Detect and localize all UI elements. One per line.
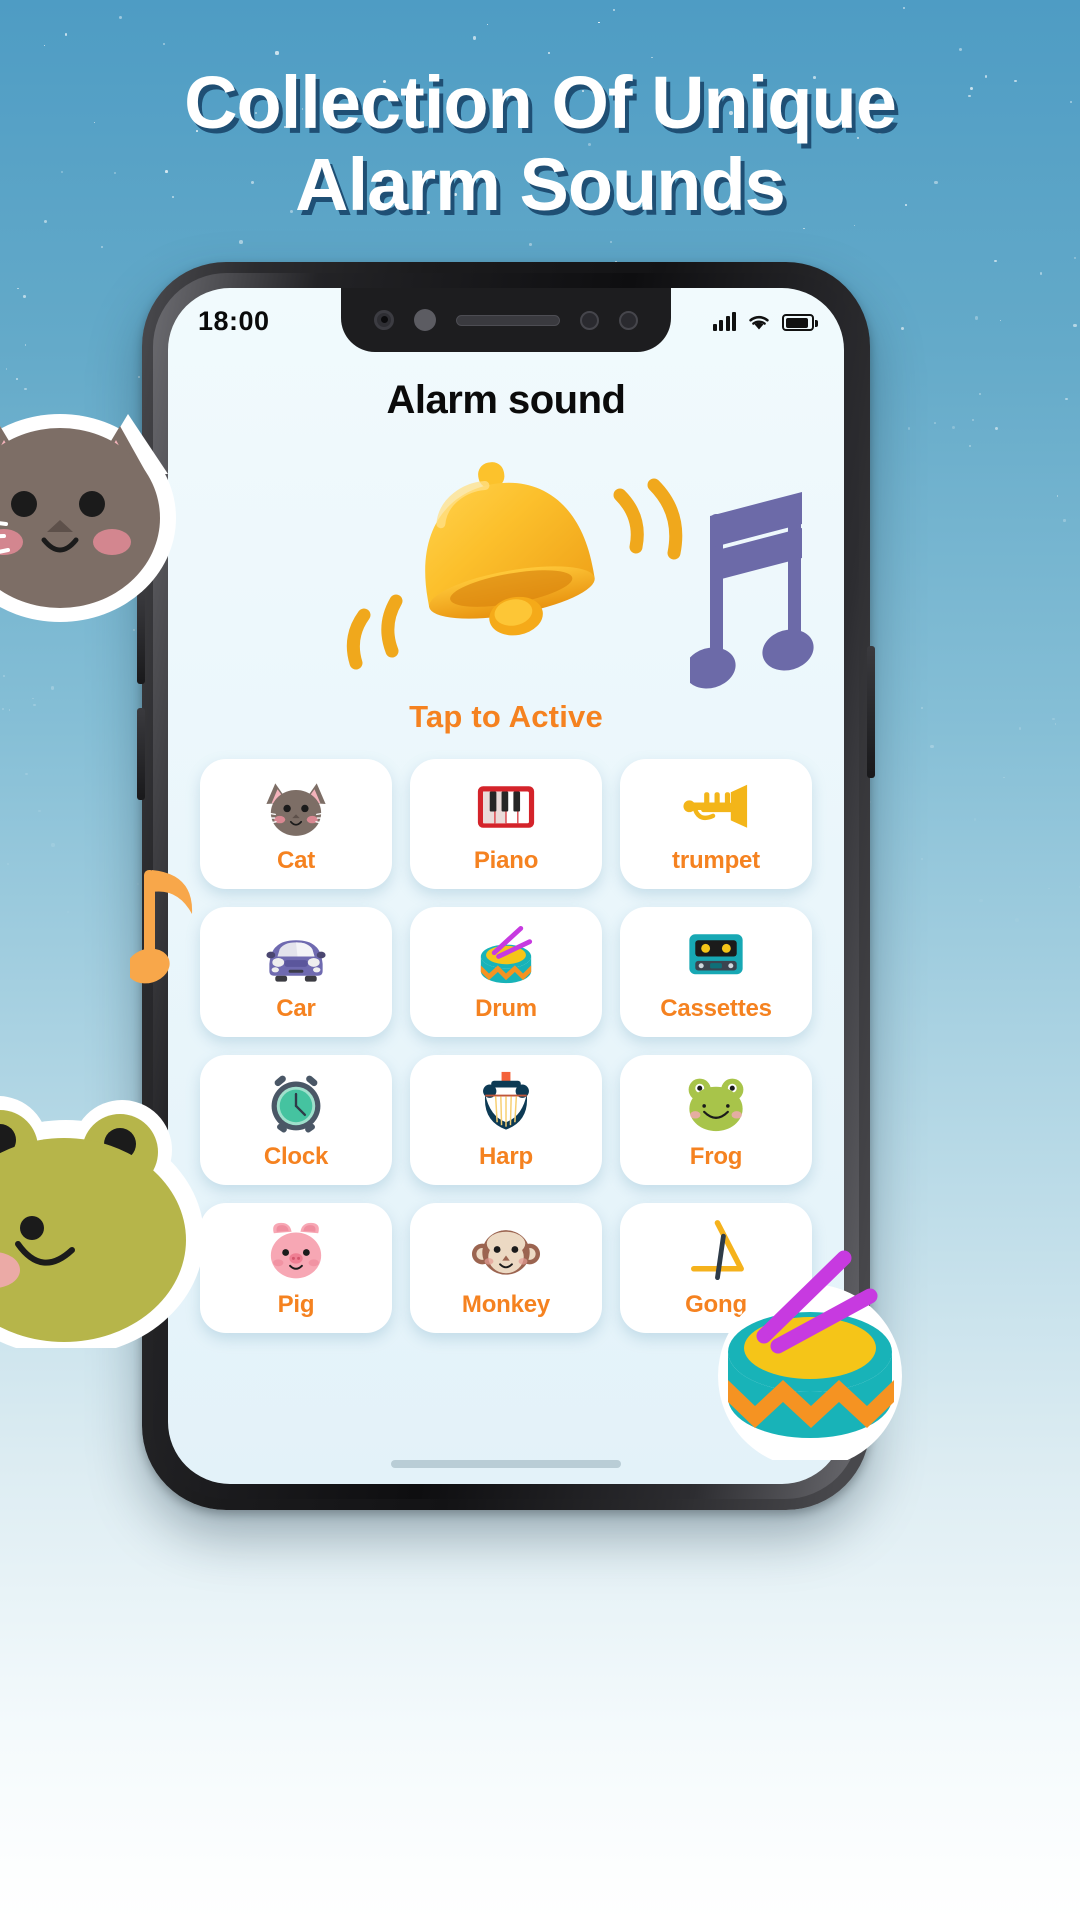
sound-tile-car[interactable]: Car [200, 907, 392, 1037]
cat-sticker [0, 414, 176, 622]
status-bar: 18:00 [168, 288, 844, 354]
page-title: Alarm sound [386, 378, 626, 422]
sound-tile-label: Drum [475, 995, 537, 1022]
sound-tile-label: trumpet [672, 847, 760, 874]
drum-sticker [718, 1250, 902, 1460]
sound-tile-harp[interactable]: Harp [410, 1055, 602, 1185]
frog-icon [688, 1078, 744, 1132]
headline-line-1: Collection Of Unique [184, 61, 897, 144]
drum-icon [480, 925, 533, 984]
purple-music-note [690, 492, 814, 689]
frog-sticker [0, 1096, 204, 1348]
cassette-icon [689, 934, 743, 975]
sound-tile-label: Harp [479, 1143, 533, 1170]
cat-icon [260, 783, 332, 836]
sound-tile-trumpet[interactable]: trumpet [620, 759, 812, 889]
signal-bars-icon [712, 311, 736, 331]
pig-icon [270, 1222, 322, 1279]
sound-tile-label: Car [276, 995, 316, 1022]
sound-tile-clock[interactable]: Clock [200, 1055, 392, 1185]
sound-tile-label: Monkey [461, 1291, 551, 1318]
home-indicator[interactable] [391, 1460, 621, 1468]
wifi-icon [749, 315, 769, 330]
harp-icon [483, 1071, 529, 1130]
orange-music-note [130, 870, 193, 984]
sound-tile-label: Cat [276, 847, 316, 874]
power-button[interactable] [867, 646, 875, 778]
sound-tile-cat[interactable]: Cat [200, 759, 392, 889]
sound-tile-monkey[interactable]: Monkey [410, 1203, 602, 1333]
sound-tile-label: Clock [263, 1143, 329, 1170]
sound-tile-label: Piano [473, 847, 539, 874]
sound-tile-frog[interactable]: Frog [620, 1055, 812, 1185]
status-bar-icons [712, 311, 818, 331]
sound-tile-piano[interactable]: Piano [410, 759, 602, 889]
sound-tile-cassettes[interactable]: Cassettes [620, 907, 812, 1037]
monkey-icon [471, 1230, 541, 1275]
headline-line-2: Alarm Sounds [295, 143, 786, 226]
sound-tile-label: Cassettes [660, 995, 772, 1022]
car-icon [266, 940, 326, 982]
trumpet-icon [683, 784, 748, 828]
sound-tile-drum[interactable]: Drum [410, 907, 602, 1037]
piano-icon [477, 786, 535, 828]
volume-down-button[interactable] [137, 708, 145, 800]
promo-headline: Collection Of Unique Alarm Sounds [0, 62, 1080, 226]
alarm-clock-icon [271, 1075, 321, 1133]
sound-tile-pig[interactable]: Pig [200, 1203, 392, 1333]
sound-tile-label: Frog [689, 1143, 743, 1170]
sound-tile-label: Pig [277, 1291, 315, 1318]
status-bar-time: 18:00 [198, 305, 270, 336]
battery-icon [782, 314, 818, 331]
